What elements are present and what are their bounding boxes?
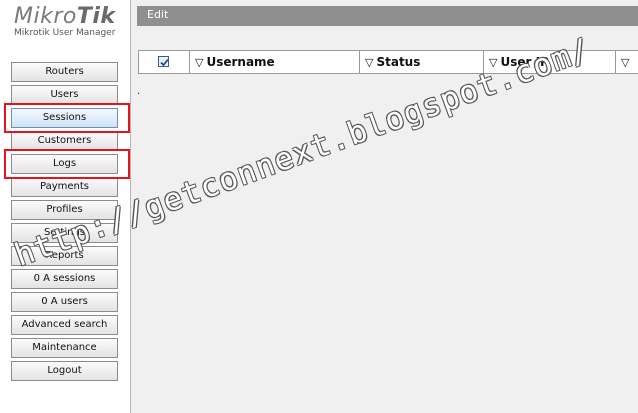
sessions-highlight-box — [4, 103, 130, 133]
edit-link[interactable]: Edit — [147, 8, 168, 21]
empty-table-marker: . — [137, 86, 141, 97]
sessions-table-header: ▽ Username ▽ Status ▽ User IP ▽ — [138, 50, 638, 74]
check-icon — [160, 58, 169, 67]
column-username[interactable]: ▽ Username — [190, 51, 360, 73]
mikrotik-logo: MikroTik — [14, 4, 116, 29]
select-all-checkbox[interactable] — [158, 56, 169, 67]
sidebar-item-active-sessions[interactable]: 0 A sessions — [11, 269, 118, 289]
sidebar-item-logout[interactable]: Logout — [11, 361, 118, 381]
logs-highlight-box — [4, 149, 130, 179]
sidebar: MikroTik Mikrotik User Manager Routers U… — [0, 0, 131, 413]
sidebar-item-advanced-search[interactable]: Advanced search — [11, 315, 118, 335]
sidebar-item-users[interactable]: Users — [11, 85, 118, 105]
select-all-column — [139, 51, 190, 73]
column-truncated[interactable]: ▽ — [616, 51, 638, 73]
column-user-ip[interactable]: ▽ User IP — [484, 51, 616, 73]
column-status[interactable]: ▽ Status — [360, 51, 484, 73]
sidebar-item-maintenance[interactable]: Maintenance — [11, 338, 118, 358]
sort-triangle-icon: ▽ — [365, 56, 374, 69]
sidebar-item-settings[interactable]: Settings — [11, 223, 118, 243]
sidebar-item-profiles[interactable]: Profiles — [11, 200, 118, 220]
sidebar-item-customers[interactable]: Customers — [11, 131, 118, 151]
sort-triangle-icon: ▽ — [195, 56, 204, 69]
app-subtitle: Mikrotik User Manager — [14, 28, 116, 38]
sidebar-item-reports[interactable]: Reports — [11, 246, 118, 266]
sidebar-item-active-users[interactable]: 0 A users — [11, 292, 118, 312]
sort-triangle-icon: ▽ — [621, 56, 630, 69]
sidebar-item-payments[interactable]: Payments — [11, 177, 118, 197]
sidebar-item-routers[interactable]: Routers — [11, 62, 118, 82]
edit-toolbar: Edit — [137, 6, 638, 26]
sort-triangle-icon: ▽ — [489, 56, 498, 69]
